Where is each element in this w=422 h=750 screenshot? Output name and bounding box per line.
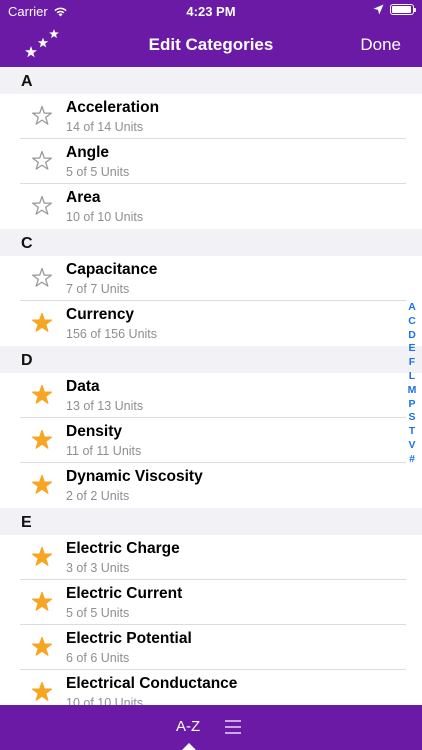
category-list[interactable]: A Acceleration 14 of 14 Units Angle 5 of 5 U… bbox=[0, 67, 422, 705]
category-row[interactable]: Acceleration 14 of 14 Units bbox=[0, 94, 422, 139]
category-row[interactable]: Electric Potential 6 of 6 Units bbox=[0, 625, 422, 670]
category-row[interactable]: Electrical Conductance 10 of 10 Units bbox=[0, 670, 422, 705]
category-units: 5 of 5 Units bbox=[66, 606, 130, 620]
tab-a-z[interactable]: A-Z bbox=[176, 718, 200, 735]
index-letter[interactable]: # bbox=[409, 453, 415, 467]
category-name: Density bbox=[66, 423, 122, 440]
star-filled-icon[interactable] bbox=[31, 429, 53, 451]
index-letter[interactable]: P bbox=[408, 398, 415, 412]
category-name: Electric Current bbox=[66, 585, 183, 602]
category-row[interactable]: Angle 5 of 5 Units bbox=[0, 139, 422, 184]
category-name: Area bbox=[66, 189, 101, 206]
category-units: 10 of 10 Units bbox=[66, 696, 144, 705]
star-filled-icon[interactable] bbox=[31, 384, 53, 406]
star-outline-icon[interactable] bbox=[31, 150, 53, 172]
category-name: Capacitance bbox=[66, 261, 158, 278]
star-filled-icon[interactable] bbox=[31, 546, 53, 568]
index-letter[interactable]: L bbox=[409, 370, 415, 384]
section-header: D bbox=[0, 346, 422, 373]
category-row[interactable]: Electric Current 5 of 5 Units bbox=[0, 580, 422, 625]
star-filled-icon[interactable] bbox=[31, 474, 53, 496]
category-row[interactable]: Electric Charge 3 of 3 Units bbox=[0, 535, 422, 580]
category-name: Electrical Conductance bbox=[66, 675, 238, 692]
battery-icon bbox=[390, 4, 416, 15]
selected-tab-indicator bbox=[182, 743, 196, 750]
category-units: 13 of 13 Units bbox=[66, 399, 144, 413]
index-letter[interactable]: S bbox=[408, 411, 415, 425]
category-row[interactable]: Capacitance 7 of 7 Units bbox=[0, 256, 422, 301]
index-letter[interactable]: A bbox=[408, 301, 416, 315]
category-units: 11 of 11 Units bbox=[66, 444, 142, 458]
navigation-bar: Edit Categories Done bbox=[0, 22, 422, 67]
category-units: 6 of 6 Units bbox=[66, 651, 130, 665]
page-title: Edit Categories bbox=[148, 35, 274, 54]
category-name: Angle bbox=[66, 144, 110, 161]
section-index[interactable]: A C D E F L M P S T V # bbox=[406, 301, 418, 467]
status-time: 4:23 PM bbox=[186, 4, 236, 19]
category-name: Electric Charge bbox=[66, 540, 180, 557]
status-bar: Carrier 4:23 PM bbox=[0, 0, 422, 22]
category-units: 10 of 10 Units bbox=[66, 210, 144, 224]
star-filled-icon[interactable] bbox=[31, 636, 53, 658]
category-units: 5 of 5 Units bbox=[66, 165, 130, 179]
index-letter[interactable]: E bbox=[408, 342, 415, 356]
category-row[interactable]: Area 10 of 10 Units bbox=[0, 184, 422, 229]
category-units: 14 of 14 Units bbox=[66, 120, 144, 134]
category-name: Acceleration bbox=[66, 99, 160, 116]
section-header: C bbox=[0, 229, 422, 256]
category-units: 7 of 7 Units bbox=[66, 282, 130, 296]
index-letter[interactable]: F bbox=[409, 356, 415, 370]
category-units: 156 of 156 Units bbox=[66, 327, 158, 341]
category-row[interactable]: Currency 156 of 156 Units bbox=[0, 301, 422, 346]
index-letter[interactable]: V bbox=[408, 439, 415, 453]
category-name: Currency bbox=[66, 306, 135, 323]
star-filled-icon[interactable] bbox=[31, 312, 53, 334]
star-outline-icon[interactable] bbox=[31, 267, 53, 289]
star-outline-icon[interactable] bbox=[31, 195, 53, 217]
star-outline-icon[interactable] bbox=[31, 105, 53, 127]
category-name: Electric Potential bbox=[66, 630, 192, 647]
category-row[interactable]: Density 11 of 11 Units bbox=[0, 418, 422, 463]
category-units: 2 of 2 Units bbox=[66, 489, 130, 503]
index-letter[interactable]: D bbox=[408, 329, 416, 343]
category-row[interactable]: Data 13 of 13 Units bbox=[0, 373, 422, 418]
star-filled-icon[interactable] bbox=[31, 591, 53, 613]
index-letter[interactable]: C bbox=[408, 315, 416, 329]
index-letter[interactable]: T bbox=[409, 425, 415, 439]
section-header: E bbox=[0, 508, 422, 535]
star-filled-icon[interactable] bbox=[31, 681, 53, 703]
category-units: 3 of 3 Units bbox=[66, 561, 130, 575]
list-icon[interactable] bbox=[225, 720, 241, 734]
category-row[interactable]: Dynamic Viscosity 2 of 2 Units bbox=[0, 463, 422, 508]
section-header: A bbox=[0, 67, 422, 94]
index-letter[interactable]: M bbox=[408, 384, 417, 398]
category-name: Dynamic Viscosity bbox=[66, 468, 203, 485]
done-button[interactable]: Done bbox=[360, 35, 401, 55]
location-arrow-icon bbox=[373, 4, 384, 15]
tab-bar: A-Z bbox=[0, 705, 422, 750]
category-name: Data bbox=[66, 378, 100, 395]
